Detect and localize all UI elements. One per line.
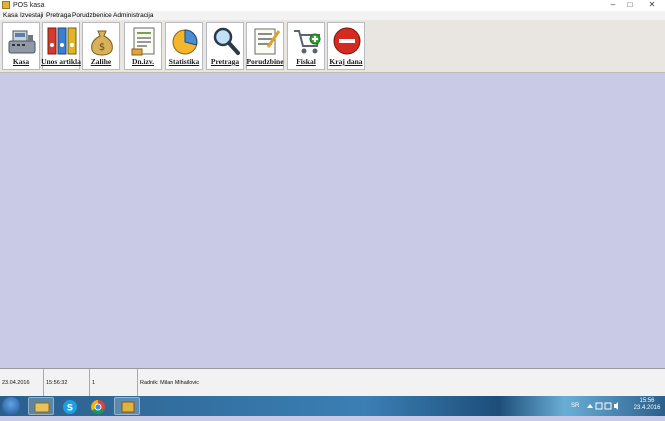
unos-artikla-label: Unos artikla — [41, 57, 81, 66]
skype-icon: S — [63, 400, 77, 414]
fiskal-label: Fiskal — [296, 57, 316, 66]
clock-date: 23.4.2016 — [633, 405, 661, 411]
folder-icon — [34, 402, 50, 413]
zalihe-button[interactable]: $ Zalihe — [82, 22, 120, 70]
clock-time: 15:56 — [639, 398, 655, 404]
porudzbine-button[interactable]: Porudzbine — [246, 22, 284, 70]
pretraga-button[interactable]: Pretraga — [206, 22, 244, 70]
order-form-icon — [254, 28, 281, 55]
cash-register-icon — [8, 30, 36, 54]
toolbar: Kasa Unos artikla $ Zalihe Dn.izv. Stati… — [0, 20, 665, 73]
kraj-dana-button[interactable]: Kraj dana — [327, 22, 365, 70]
pretraga-label: Pretraga — [210, 57, 240, 66]
shopping-cart-icon — [294, 30, 321, 54]
svg-text:S: S — [67, 404, 73, 414]
menu-bar: Kasa Izvestaji Pretraga Porudzbenice Adm… — [0, 11, 665, 20]
svg-text:$: $ — [99, 42, 105, 53]
dn-izv-button[interactable]: Dn.izv. — [124, 22, 162, 70]
system-clock[interactable]: 15:56 23.4.2016 — [630, 398, 664, 418]
menu-porudzbenice[interactable]: Porudzbenice — [72, 11, 112, 20]
kasa-button[interactable]: Kasa — [2, 22, 40, 70]
taskbar-skype[interactable]: S — [56, 397, 82, 415]
minimize-button[interactable]: – — [605, 0, 621, 11]
taskbar-pos-app[interactable] — [114, 397, 140, 415]
menu-pretraga[interactable]: Pretraga — [46, 11, 71, 20]
magnifier-icon — [213, 27, 240, 55]
status-time: 15:56:32 — [44, 369, 90, 397]
close-button[interactable]: ✕ — [642, 0, 662, 11]
chrome-icon — [91, 400, 105, 414]
daily-report-icon — [131, 27, 155, 56]
taskbar-chrome[interactable] — [84, 397, 110, 415]
money-bag-icon: $ — [91, 30, 113, 56]
pie-chart-icon — [172, 29, 198, 55]
statistika-label: Statistika — [168, 57, 200, 66]
status-date: 23.04.2016 — [0, 369, 44, 397]
status-number: 1 — [90, 369, 138, 397]
menu-izvestaji[interactable]: Izvestaji — [20, 11, 43, 20]
start-button[interactable] — [2, 397, 20, 415]
fiskal-button[interactable]: Fiskal — [287, 22, 325, 70]
stop-icon — [333, 27, 361, 55]
status-worker: Radnik: Milan Mihailovic — [140, 380, 199, 386]
kraj-dana-label: Kraj dana — [329, 57, 363, 66]
zalihe-label: Zalihe — [90, 57, 112, 66]
status-bar: 23.04.2016 15:56:32 1 Radnik: Milan Miha… — [0, 368, 665, 397]
pos-app-icon — [121, 401, 135, 413]
dn-izv-label: Dn.izv. — [131, 57, 155, 66]
unos-artikla-button[interactable]: Unos artikla — [41, 22, 81, 70]
taskbar: S SR 15:56 23.4.2016 — [0, 396, 665, 416]
statistika-button[interactable]: Statistika — [165, 22, 203, 70]
language-indicator[interactable]: SR — [571, 396, 579, 416]
app-icon — [2, 1, 10, 9]
window-title: POS kasa — [13, 2, 45, 9]
taskbar-explorer[interactable] — [28, 397, 54, 415]
tray-icons[interactable] — [586, 401, 620, 411]
porudzbine-label: Porudzbine — [246, 57, 284, 66]
binders-icon — [47, 27, 77, 55]
kasa-label: Kasa — [12, 57, 30, 66]
maximize-button[interactable]: □ — [622, 0, 638, 11]
menu-administracija[interactable]: Administracija — [113, 11, 153, 20]
workspace — [0, 73, 665, 368]
menu-kasa[interactable]: Kasa — [3, 11, 18, 20]
